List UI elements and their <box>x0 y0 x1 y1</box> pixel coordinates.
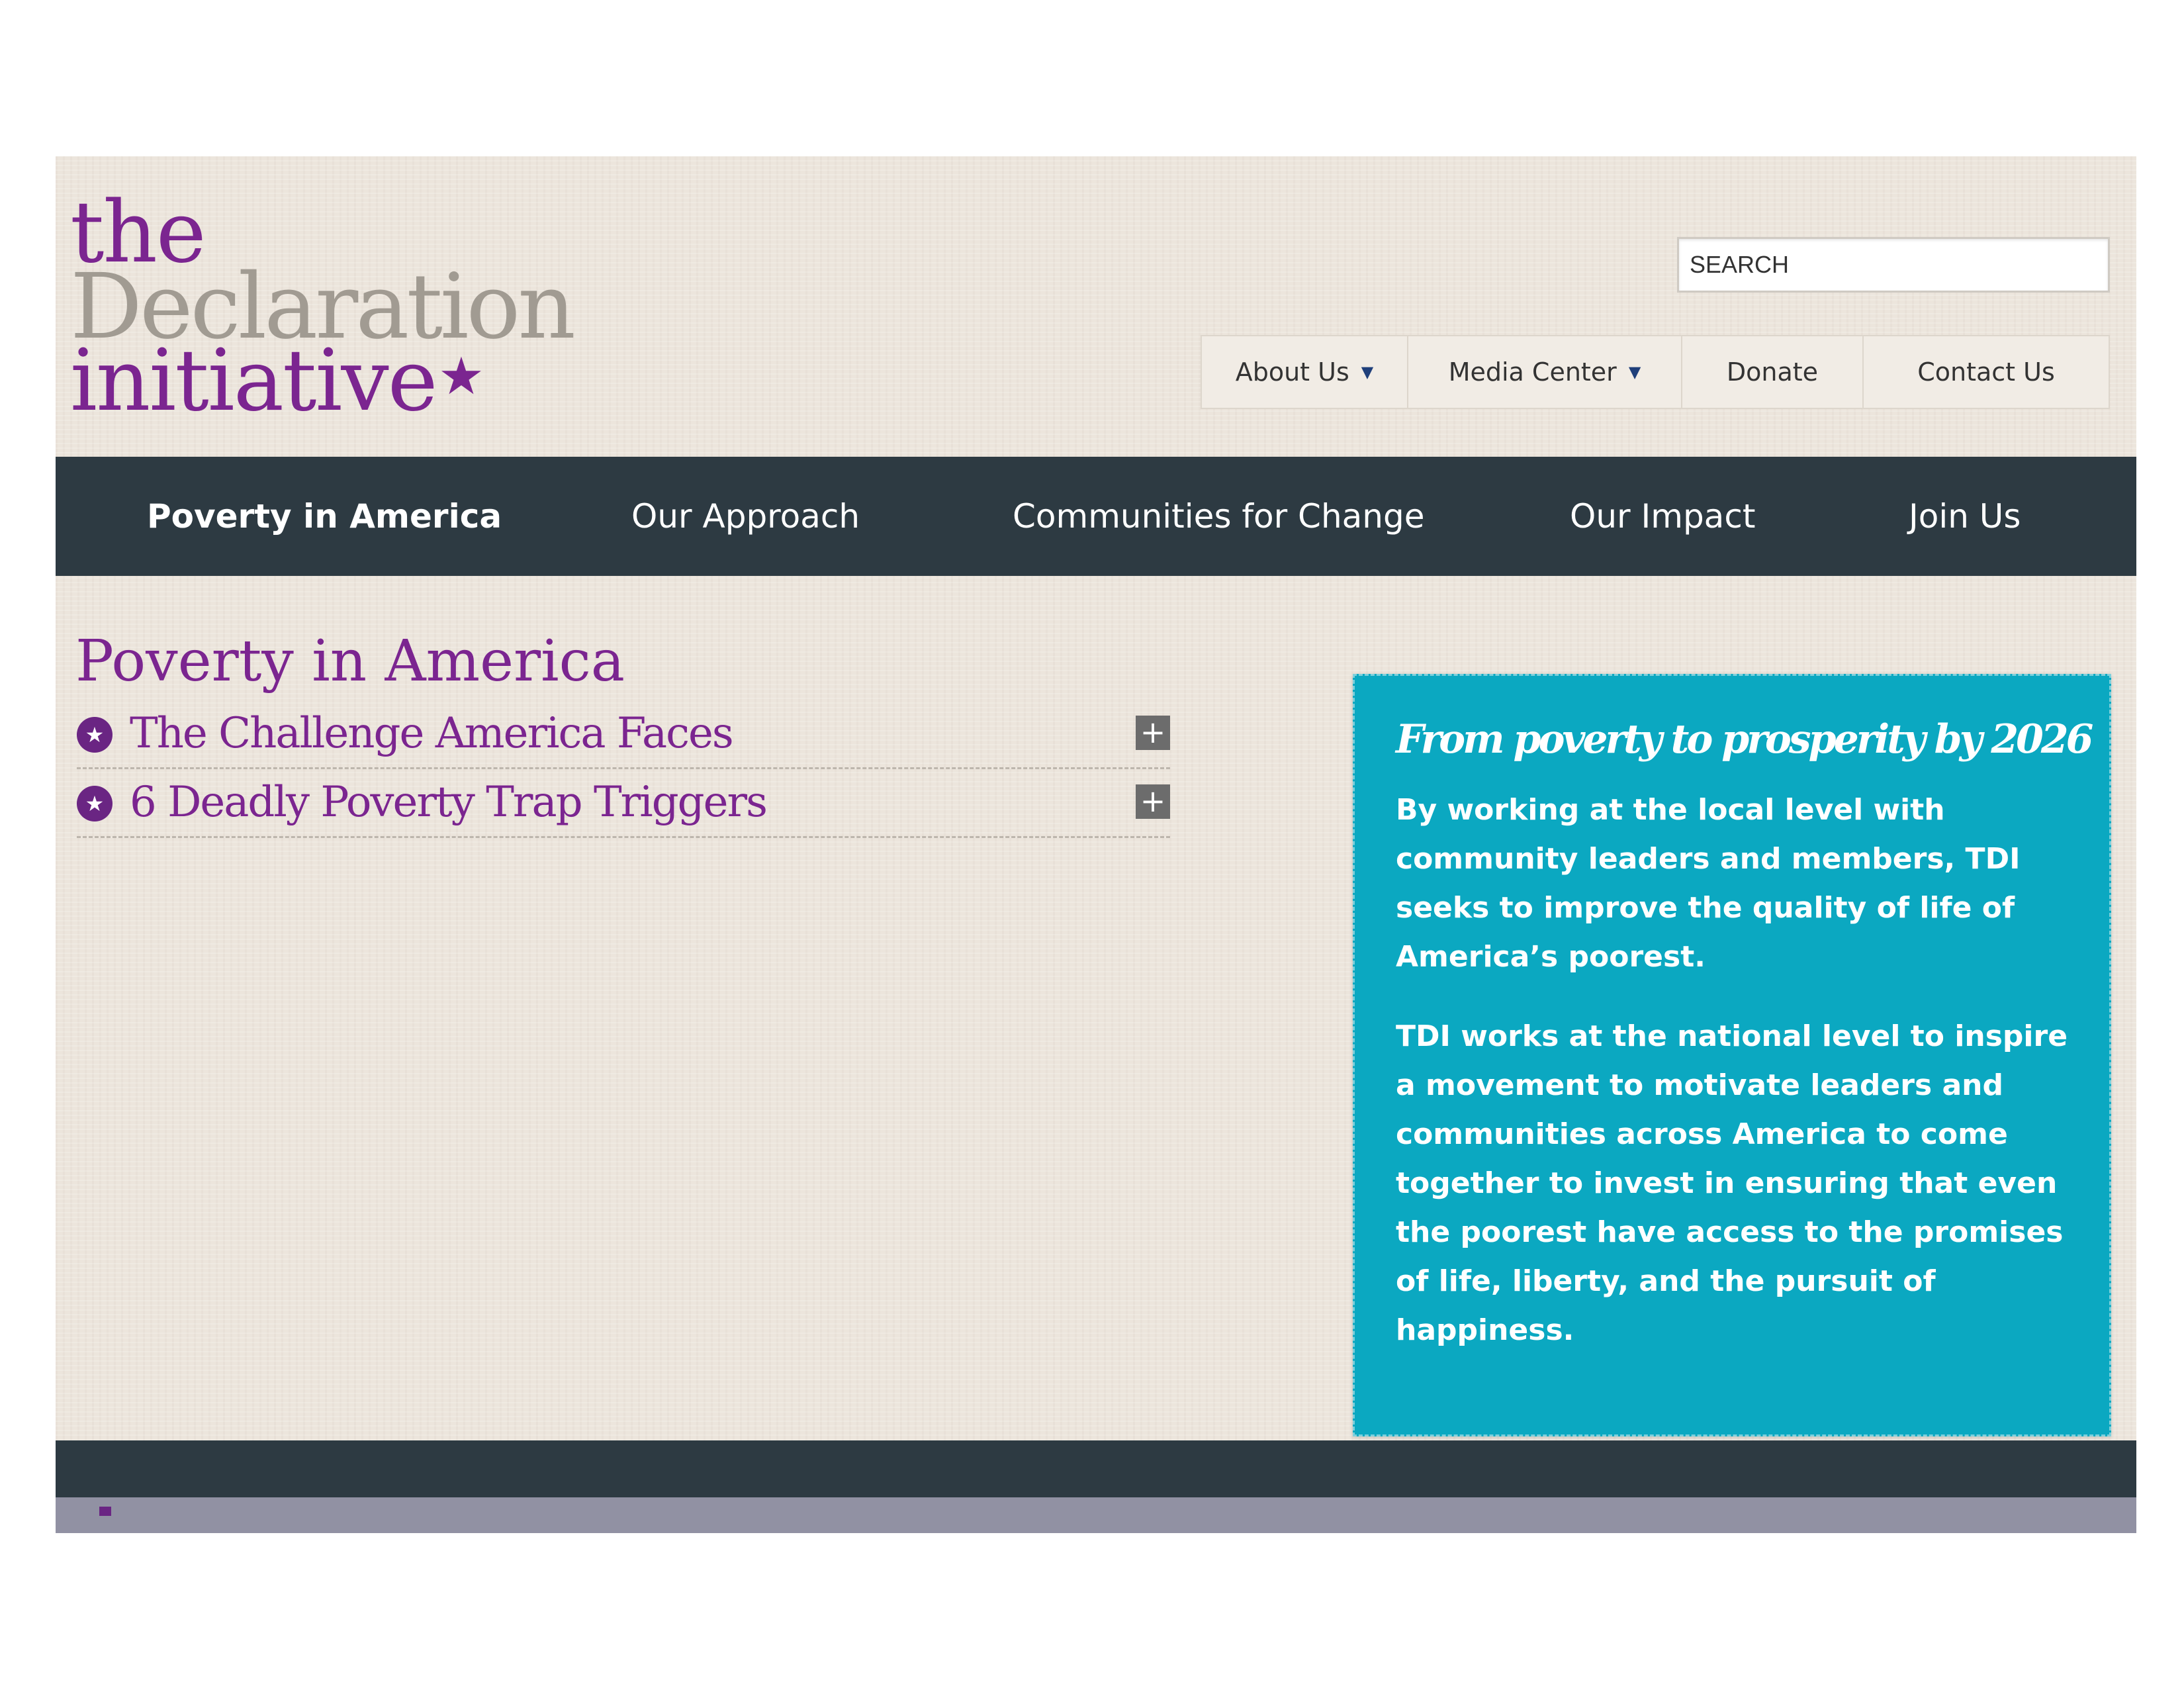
util-nav-label: About Us <box>1235 357 1349 387</box>
util-nav-label: Media Center <box>1448 357 1617 387</box>
util-nav-contact-us[interactable]: Contact Us <box>1864 336 2109 408</box>
expand-plus-icon[interactable]: + <box>1136 784 1170 819</box>
nav-our-impact[interactable]: Our Impact <box>1570 457 1755 576</box>
main-nav: Poverty in America Our Approach Communit… <box>56 457 2136 576</box>
search-input[interactable] <box>1677 237 2110 293</box>
util-nav-label: Donate <box>1726 357 1819 387</box>
footer-bar <box>56 1440 2136 1497</box>
util-nav-media-center[interactable]: Media Center ▼ <box>1408 336 1682 408</box>
util-nav-about-us[interactable]: About Us ▼ <box>1202 336 1408 408</box>
accordion-label: 6 Deadly Poverty Trap Triggers <box>130 778 768 827</box>
nav-our-approach[interactable]: Our Approach <box>631 457 860 576</box>
utility-nav: About Us ▼ Media Center ▼ Donate Contact… <box>1201 335 2110 409</box>
site-logo[interactable]: the Declaration initiative ★ <box>70 191 576 430</box>
logo-line-initiative: initiative <box>70 332 437 430</box>
accordion-item-poverty-traps[interactable]: ★ 6 Deadly Poverty Trap Triggers + <box>77 769 1170 838</box>
info-paragraph-national: TDI works at the national level to inspi… <box>1396 1019 2068 1347</box>
star-circle-icon: ★ <box>77 786 113 821</box>
util-nav-label: Contact Us <box>1917 357 2055 387</box>
logo-star-icon: ★ <box>438 347 484 406</box>
caret-down-icon: ▼ <box>1361 363 1374 381</box>
page-title: Poverty in America <box>75 628 625 694</box>
nav-communities-for-change[interactable]: Communities for Change <box>1013 457 1424 576</box>
info-paragraph-local: By working at the local level with commu… <box>1396 793 2021 974</box>
page: the Declaration initiative ★ About Us ▼ … <box>56 156 2136 1533</box>
accordion-label: The Challenge America Faces <box>130 709 734 758</box>
footer-fragment <box>99 1507 111 1516</box>
star-circle-icon: ★ <box>77 717 113 753</box>
info-callout: From poverty to prosperity by 2026 By wo… <box>1353 674 2111 1436</box>
util-nav-donate[interactable]: Donate <box>1682 336 1864 408</box>
caret-down-icon: ▼ <box>1628 363 1641 381</box>
nav-join-us[interactable]: Join Us <box>1909 457 2021 576</box>
footer-strip <box>56 1497 2136 1533</box>
expand-plus-icon[interactable]: + <box>1136 716 1170 750</box>
nav-poverty-in-america[interactable]: Poverty in America <box>147 457 502 576</box>
accordion-item-challenge[interactable]: ★ The Challenge America Faces + <box>77 700 1170 769</box>
info-callout-title: From poverty to prosperity by 2026 <box>1396 716 2093 763</box>
